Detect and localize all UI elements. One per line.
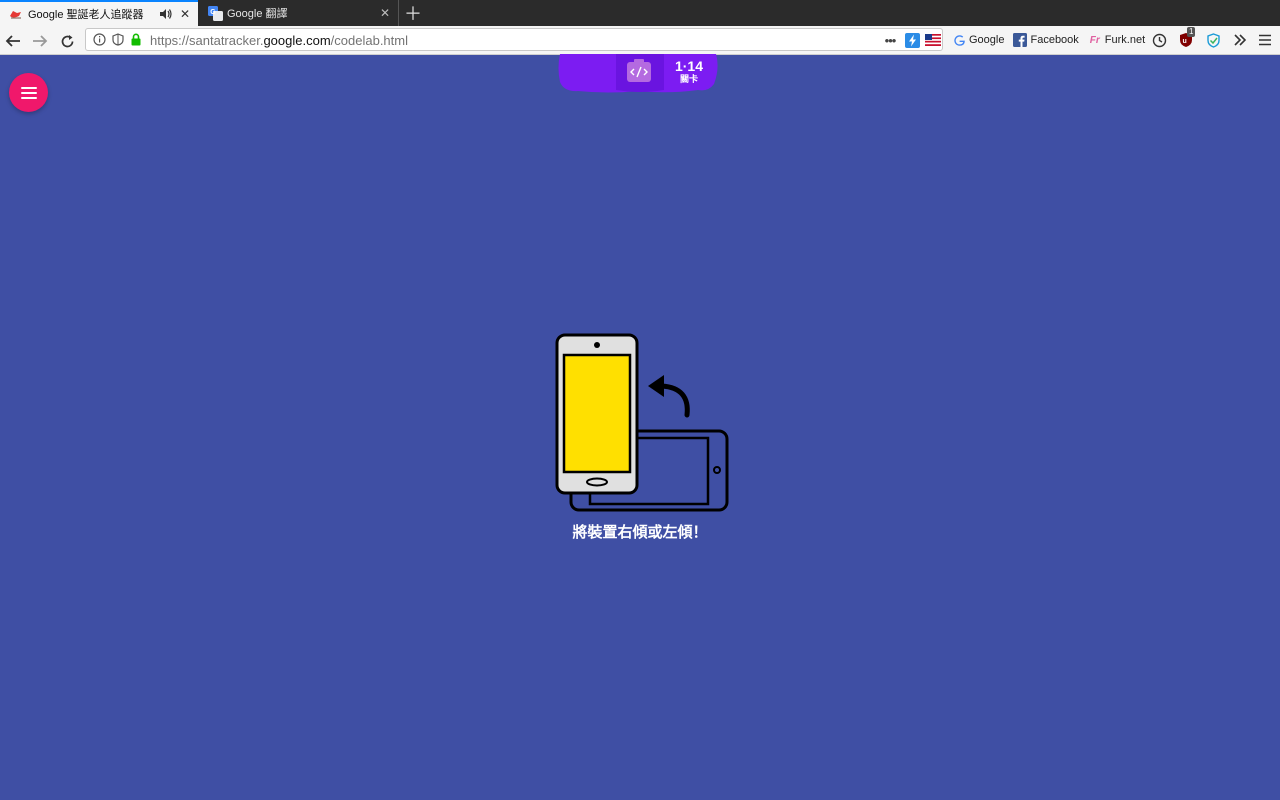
overflow-chevron-icon[interactable] (1232, 32, 1248, 48)
code-icon (627, 59, 651, 82)
address-bar[interactable]: https://santatracker.google.com/codelab.… (85, 28, 943, 51)
back-arrow-icon (5, 35, 20, 47)
ublock-extension-icon[interactable]: u 1 (1178, 27, 1196, 48)
tracking-protection-icon[interactable] (110, 32, 125, 47)
us-flag-icon[interactable] (925, 32, 941, 48)
reload-icon (61, 34, 73, 47)
tab-santa-tracker[interactable]: Google 聖誕老人追蹤器 ✕ (0, 0, 198, 26)
svg-text:u: u (1183, 38, 1187, 45)
tab-title: Google 翻譯 (227, 8, 288, 20)
lightning-extension-icon[interactable] (904, 32, 920, 48)
hamburger-menu-icon[interactable] (1257, 32, 1273, 48)
history-clock-icon[interactable] (1151, 32, 1167, 48)
menu-button[interactable] (9, 73, 48, 112)
reload-button[interactable] (57, 31, 77, 51)
url-text: https://santatracker.google.com/codelab.… (150, 33, 408, 48)
rotate-device-illustration (555, 333, 729, 512)
tab-title: Google 聖誕老人追蹤器 (28, 9, 144, 21)
furk-icon: Fr (1089, 34, 1100, 46)
facebook-icon (1013, 33, 1028, 47)
bookmark-google[interactable]: Google (952, 33, 1004, 47)
tab-google-translate[interactable]: G Google 翻譯 ✕ (199, 0, 399, 26)
close-tab-icon[interactable]: ✕ (378, 6, 392, 20)
santa-sleigh-icon (8, 6, 24, 22)
svg-text:G: G (210, 9, 216, 16)
rotate-instruction: 將裝置右傾或左傾！ (572, 524, 708, 541)
tab-strip: Google 聖誕老人追蹤器 ✕ G Google 翻譯 ✕ ＋ (0, 0, 1280, 26)
new-tab-button[interactable]: ＋ (403, 3, 423, 24)
page-actions-icon[interactable]: ••• (882, 32, 898, 48)
forward-button[interactable] (30, 31, 50, 51)
level-indicator: 1·14 關卡 (664, 58, 714, 84)
nav-bar: https://santatracker.google.com/codelab.… (0, 26, 1280, 55)
portrait-phone-icon (555, 333, 639, 495)
level-label: 關卡 (679, 74, 698, 84)
google-translate-icon: G (207, 5, 223, 21)
google-g-icon (952, 33, 966, 47)
lock-icon[interactable] (128, 32, 143, 47)
close-tab-icon[interactable]: ✕ (178, 7, 192, 21)
speaker-icon[interactable] (158, 7, 172, 21)
privacy-shield-icon[interactable] (1205, 32, 1221, 48)
extension-badge: 1 (1187, 27, 1196, 37)
info-icon[interactable] (92, 32, 107, 47)
bookmark-furk[interactable]: Fr Furk.net (1088, 33, 1145, 47)
bookmarks-bar: Google Facebook Fr Furk.net (952, 32, 1154, 48)
level-number: 1·14 (674, 58, 704, 74)
back-button[interactable] (3, 31, 23, 51)
bookmark-facebook[interactable]: Facebook (1013, 33, 1079, 47)
rotate-arrow-icon (648, 375, 690, 418)
forward-arrow-icon (33, 35, 48, 47)
hamburger-icon (20, 86, 37, 99)
